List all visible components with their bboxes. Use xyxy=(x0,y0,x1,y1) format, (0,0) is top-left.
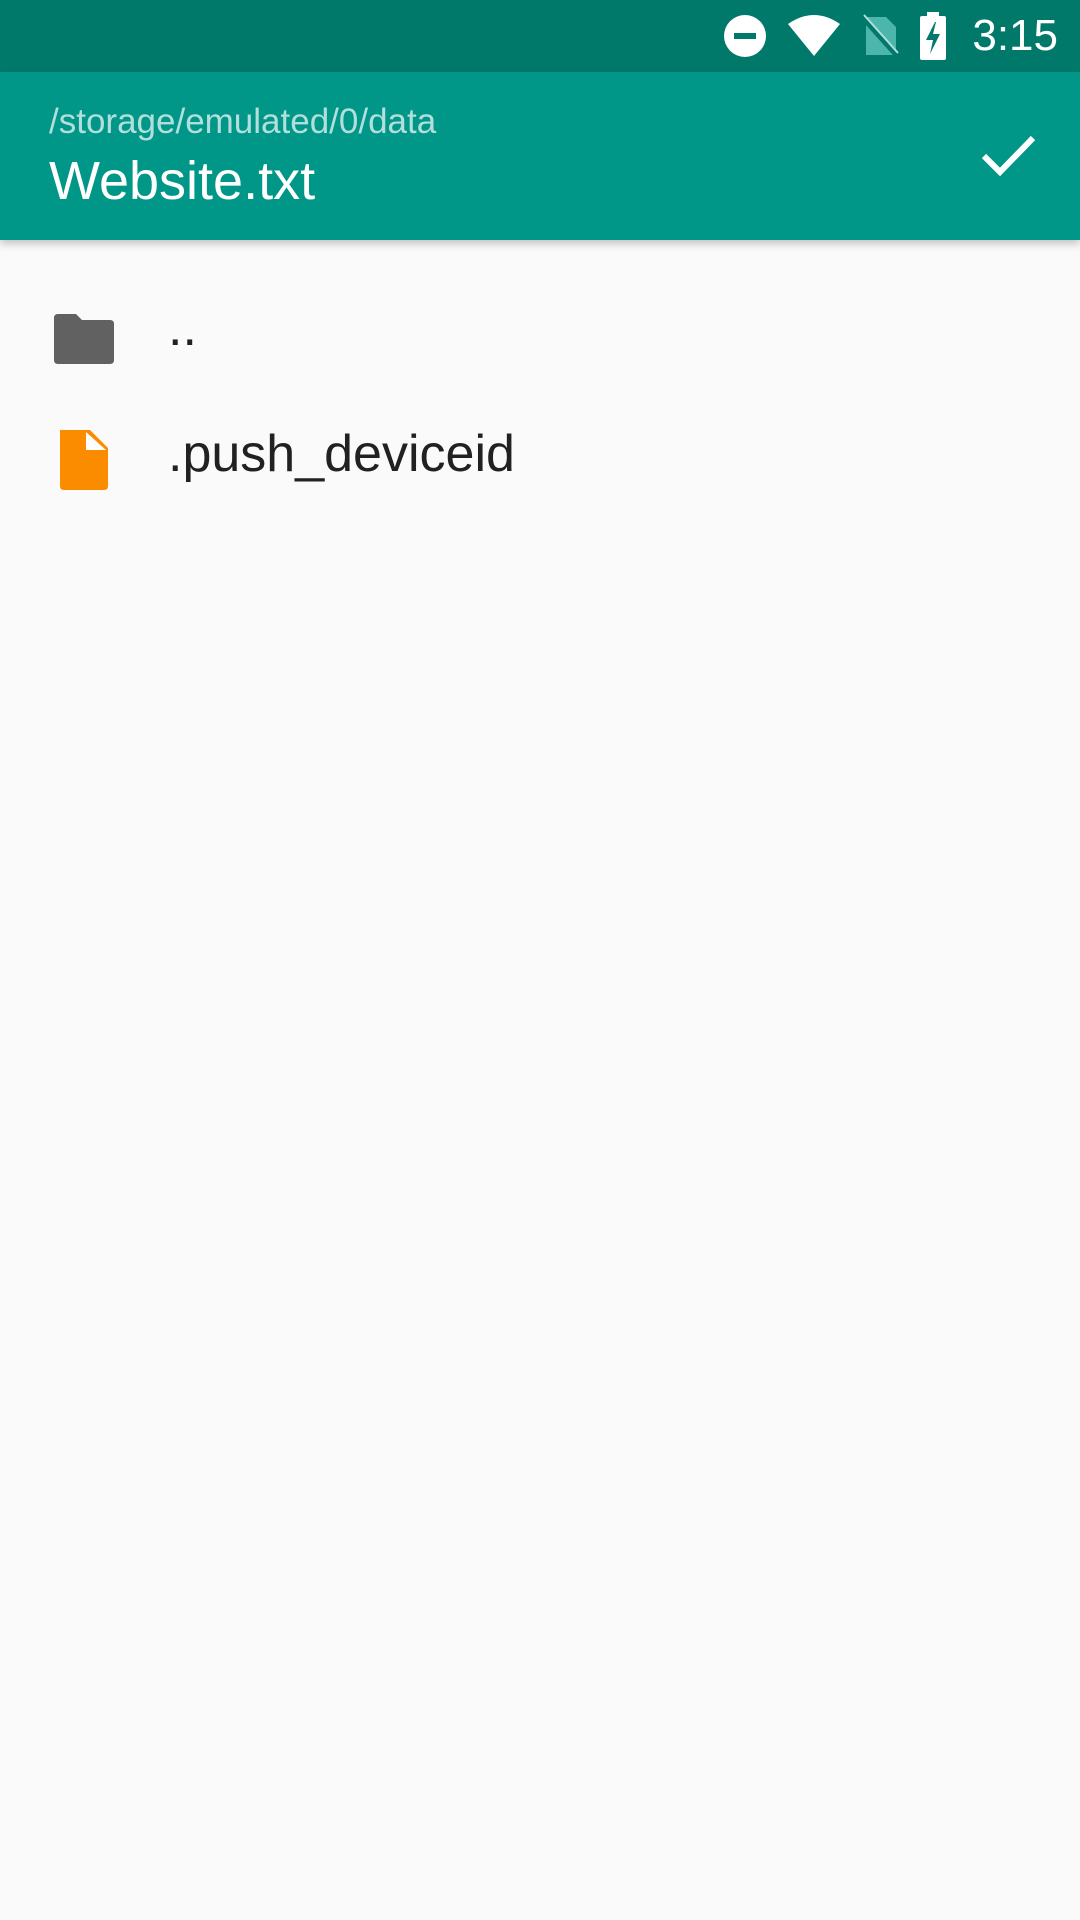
status-bar: 3:15 xyxy=(0,0,1080,72)
list-item-label: .push_deviceid xyxy=(168,425,515,483)
file-name-title: Website.txt xyxy=(49,151,316,211)
check-icon xyxy=(978,124,1038,189)
list-item-label: .. xyxy=(168,299,197,357)
confirm-button[interactable] xyxy=(964,112,1052,200)
app-bar: /storage/emulated/0/data Website.txt xyxy=(0,72,1080,240)
status-clock: 3:15 xyxy=(972,11,1058,60)
current-path: /storage/emulated/0/data xyxy=(49,102,437,141)
list-item-parent-folder[interactable]: .. xyxy=(0,290,1080,406)
folder-icon xyxy=(52,312,116,376)
no-sim-icon xyxy=(860,13,901,59)
do-not-disturb-icon xyxy=(722,13,768,59)
list-item-file[interactable]: .push_deviceid xyxy=(0,406,1080,522)
wifi-icon xyxy=(786,14,842,58)
file-icon xyxy=(52,428,116,492)
status-icons: 3:15 xyxy=(722,0,1058,72)
battery-charging-icon xyxy=(918,12,948,60)
